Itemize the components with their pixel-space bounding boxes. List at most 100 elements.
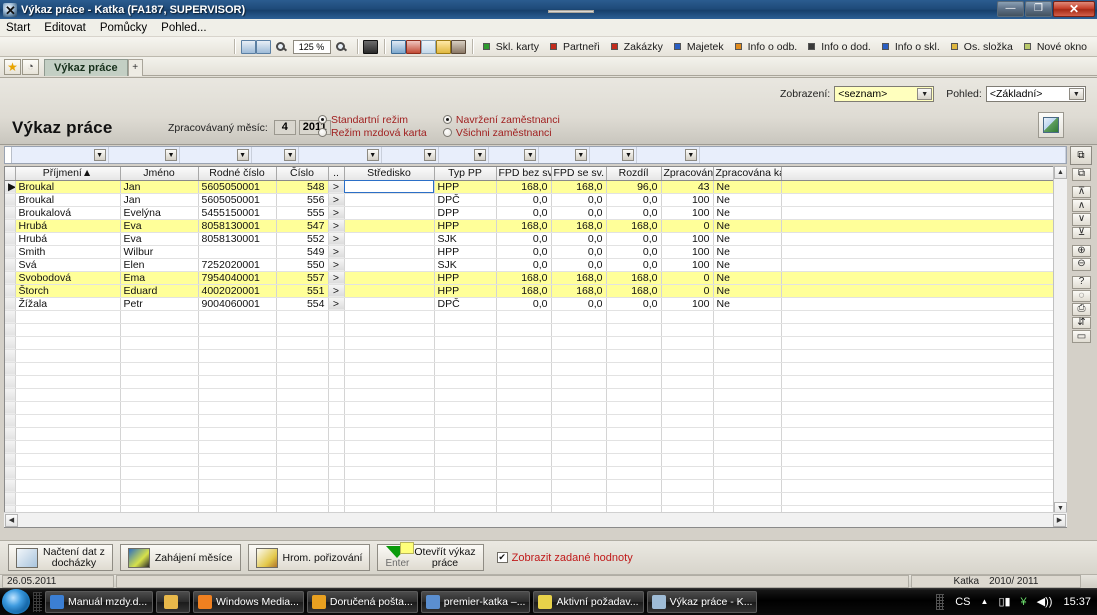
cell-zpracovani[interactable]: 43 [661,180,714,194]
empty-cell[interactable] [496,362,552,376]
cell-rodne_cislo[interactable]: 5455150001 [198,206,277,220]
empty-cell[interactable] [15,362,121,376]
taskbar-item-5[interactable]: Aktivní požadav... [533,590,644,613]
empty-cell[interactable] [551,440,607,454]
find-disabled-icon[interactable]: ◌ [1072,289,1091,303]
table-row[interactable]: Smith Wilbur 549 > HPP 0,0 0,0 0,0 100 Ne [5,245,1066,259]
menu-item-pohled[interactable]: Pohled... [161,21,214,35]
cell-fpd_bez[interactable]: 168,0 [496,219,552,233]
empty-cell[interactable] [328,492,345,506]
cell-typ_pp[interactable]: DPČ [434,297,497,311]
cell-rozdil[interactable]: 168,0 [606,271,662,285]
empty-cell[interactable] [120,440,199,454]
toolbar-chip-8[interactable]: Nové okno [1023,41,1087,53]
radio-vsichni-zamestnanci[interactable]: Všichni zaměstnanci [442,126,560,139]
empty-cell[interactable] [496,453,552,467]
cell-jmeno[interactable]: Petr [120,297,199,311]
empty-cell[interactable] [713,492,782,506]
empty-cell[interactable] [606,440,662,454]
empty-cell[interactable] [5,323,16,337]
row-expand-button[interactable]: > [328,232,345,246]
empty-cell[interactable] [661,453,714,467]
empty-cell[interactable] [276,310,329,324]
table-row-empty[interactable] [5,336,1066,350]
tray-grip[interactable] [936,593,945,610]
cell-zpracovani[interactable]: 100 [661,258,714,272]
empty-cell[interactable] [198,492,277,506]
copy-paste-icon[interactable]: ⧉ [1072,168,1091,181]
empty-cell[interactable] [328,466,345,480]
empty-cell[interactable] [15,479,121,493]
cell-rest[interactable] [781,219,1066,233]
filter-chevron-down-icon[interactable]: ▼ [684,149,697,161]
new-tab-button[interactable]: + [127,58,143,76]
empty-cell[interactable] [434,362,497,376]
row-expand-button[interactable]: > [328,245,345,259]
toolbar-chip-5[interactable]: Info o dod. [808,41,871,53]
empty-cell[interactable] [5,310,16,324]
empty-cell[interactable] [713,453,782,467]
empty-cell[interactable] [15,466,121,480]
empty-cell[interactable] [120,466,199,480]
empty-cell[interactable] [344,466,435,480]
empty-cell[interactable] [551,388,607,402]
empty-cell[interactable] [276,375,329,389]
empty-cell[interactable] [713,401,782,415]
zoom-level-input[interactable]: 125 % [292,39,331,54]
empty-cell[interactable] [781,414,1066,428]
menu-item-start[interactable]: Start [6,21,38,35]
filter-chevron-down-icon[interactable]: ▼ [236,149,249,161]
zobrazeni-combo[interactable]: <seznam> ▼ [834,86,935,102]
grid-column-header-zpracovani[interactable]: Zpracování [661,167,714,181]
empty-cell[interactable] [434,401,497,415]
empty-cell[interactable] [434,427,497,441]
cell-cislo[interactable]: 557 [276,271,329,285]
cell-fpd_bez[interactable]: 0,0 [496,206,552,220]
cell-fpd_se[interactable]: 0,0 [551,206,607,220]
grid-column-header-fpd_se[interactable]: FPD se sv. [551,167,607,181]
cell-rozdil[interactable]: 0,0 [606,193,662,207]
grid-column-header-rozdil[interactable]: Rozdíl [606,167,662,181]
row-selector[interactable] [5,206,16,220]
table-row-empty[interactable] [5,362,1066,376]
empty-cell[interactable] [713,440,782,454]
table-row-empty[interactable] [5,427,1066,441]
empty-cell[interactable] [328,375,345,389]
empty-cell[interactable] [5,453,16,467]
empty-cell[interactable] [661,323,714,337]
empty-cell[interactable] [328,336,345,350]
cell-zpracovana_kart[interactable]: Ne [713,206,782,220]
cell-fpd_bez[interactable]: 0,0 [496,297,552,311]
empty-cell[interactable] [120,453,199,467]
cell-zpracovana_kart[interactable]: Ne [713,219,782,233]
cell-fpd_se[interactable]: 168,0 [551,284,607,298]
empty-cell[interactable] [15,414,121,428]
cell-typ_pp[interactable]: SJK [434,258,497,272]
cell-prijmeni[interactable]: Štorch [15,284,121,298]
filter-cell-rozdil[interactable]: ▼ [539,147,590,163]
empty-cell[interactable] [120,479,199,493]
filter-cell-zpracovani[interactable]: ▼ [590,147,638,163]
empty-cell[interactable] [344,453,435,467]
empty-cell[interactable] [120,362,199,376]
cell-rozdil[interactable]: 168,0 [606,219,662,233]
empty-cell[interactable] [713,362,782,376]
empty-cell[interactable] [713,336,782,350]
grid-column-header-mark[interactable] [5,167,16,181]
horizontal-scrollbar[interactable]: ◀ ▶ [4,512,1067,527]
empty-cell[interactable] [276,453,329,467]
table-row[interactable]: Broukalová Evelýna 5455150001 555 > DPP 0,0 0,0… [5,206,1066,220]
cell-zpracovani[interactable]: 100 [661,193,714,207]
filter-chevron-down-icon[interactable]: ▼ [284,149,297,161]
table-row[interactable]: Žížala Petr 9004060001 554 > DPČ 0,0 0,0 0,0 100 N… [5,297,1066,311]
empty-cell[interactable] [661,388,714,402]
cell-rest[interactable] [781,284,1066,298]
zoom-in-icon[interactable] [335,41,345,51]
empty-cell[interactable] [496,349,552,363]
empty-cell[interactable] [496,388,552,402]
cell-prijmeni[interactable]: Hrubá [15,219,121,233]
cell-zpracovani[interactable]: 0 [661,271,714,285]
cell-jmeno[interactable]: Evelýna [120,206,199,220]
cell-prijmeni[interactable]: Broukalová [15,206,121,220]
filter-cell-prijmeni[interactable]: ▼ [12,147,109,163]
